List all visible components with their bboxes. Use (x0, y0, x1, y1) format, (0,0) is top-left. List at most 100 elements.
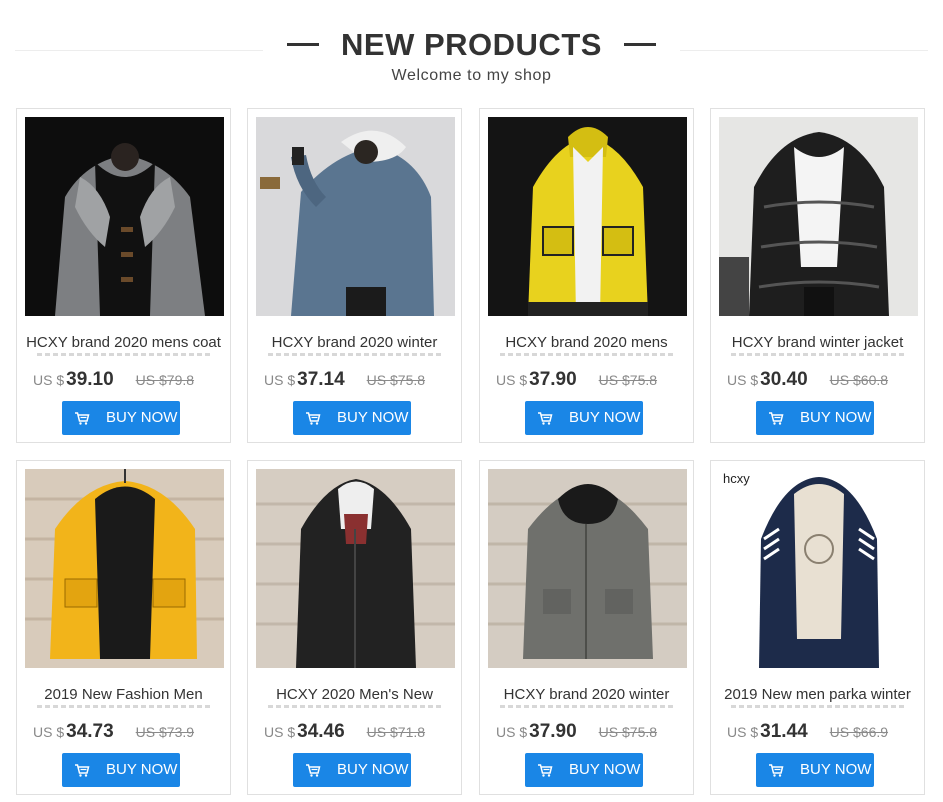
price-row: US $34.73 US $73.9 (33, 721, 194, 745)
product-card[interactable]: HCXY brand 2020 winter US $37.14 US $75.8… (247, 108, 462, 443)
currency-label: US $ (264, 372, 296, 388)
currency-label: US $ (496, 724, 528, 740)
product-title-overflow (37, 705, 210, 708)
product-card[interactable]: HCXY brand 2020 mens US $37.90 US $75.8 B… (479, 108, 694, 443)
product-title[interactable]: HCXY brand 2020 winter (488, 685, 685, 705)
product-title-overflow (268, 353, 441, 356)
sale-price: 34.73 (66, 721, 114, 742)
product-grid: HCXY brand 2020 mens coat US $39.10 US $7… (16, 108, 928, 800)
cart-icon (769, 764, 784, 777)
buy-now-label: BUY NOW (800, 761, 872, 778)
buy-now-label: BUY NOW (337, 761, 409, 778)
section-header: NEW PRODUCTS Welcome to my shop (0, 0, 943, 100)
product-image[interactable] (256, 469, 455, 668)
currency-label: US $ (496, 372, 528, 388)
product-image[interactable] (488, 117, 687, 316)
price-row: US $34.46 US $71.8 (264, 721, 425, 745)
product-title[interactable]: HCXY brand 2020 mens (488, 333, 685, 353)
product-title[interactable]: 2019 New Fashion Men (25, 685, 222, 705)
product-card[interactable]: hcxy 2019 New men parka winter US $31.44… (710, 460, 925, 795)
product-card[interactable]: HCXY brand winter jacket US $30.40 US $60… (710, 108, 925, 443)
buy-now-label: BUY NOW (569, 409, 641, 426)
price-row: US $37.90 US $75.8 (496, 369, 657, 393)
buy-now-button[interactable]: BUY NOW (62, 401, 180, 435)
original-price: US $75.8 (598, 372, 658, 388)
product-photo-yellow-hooded-jacket (25, 469, 224, 668)
sale-price: 31.44 (760, 721, 808, 742)
original-price: US $75.8 (366, 372, 426, 388)
currency-label: US $ (264, 724, 296, 740)
product-card[interactable]: HCXY 2020 Men's New US $34.46 US $71.8 BU… (247, 460, 462, 795)
original-price: US $71.8 (366, 724, 426, 740)
currency-label: US $ (727, 372, 759, 388)
sale-price: 37.14 (297, 369, 345, 390)
product-title-overflow (731, 705, 904, 708)
buy-now-label: BUY NOW (106, 409, 178, 426)
product-photo-grey-fur-hood-parka (488, 469, 687, 668)
product-title[interactable]: HCXY brand 2020 mens coat (25, 333, 222, 353)
product-title[interactable]: HCXY brand winter jacket (719, 333, 916, 353)
buy-now-button[interactable]: BUY NOW (525, 401, 643, 435)
price-row: US $37.90 US $75.8 (496, 721, 657, 745)
currency-label: US $ (33, 724, 65, 740)
buy-now-label: BUY NOW (800, 409, 872, 426)
buy-now-label: BUY NOW (569, 761, 641, 778)
cart-icon (75, 412, 90, 425)
original-price: US $79.8 (135, 372, 195, 388)
original-price: US $60.8 (829, 372, 889, 388)
buy-now-label: BUY NOW (337, 409, 409, 426)
product-image[interactable] (25, 469, 224, 668)
buy-now-button[interactable]: BUY NOW (525, 753, 643, 787)
buy-now-button[interactable]: BUY NOW (756, 401, 874, 435)
sale-price: 37.90 (529, 721, 577, 742)
product-image[interactable] (488, 469, 687, 668)
product-image[interactable] (719, 117, 918, 316)
product-card[interactable]: HCXY brand 2020 winter US $37.90 US $75.8… (479, 460, 694, 795)
sale-price: 39.10 (66, 369, 114, 390)
price-row: US $30.40 US $60.8 (727, 369, 888, 393)
buy-now-label: BUY NOW (106, 761, 178, 778)
section-title: NEW PRODUCTS (341, 27, 602, 62)
product-title[interactable]: HCXY 2020 Men's New (256, 685, 453, 705)
sale-price: 37.90 (529, 369, 577, 390)
product-title-overflow (500, 353, 673, 356)
product-card[interactable]: 2019 New Fashion Men US $34.73 US $73.9 B… (16, 460, 231, 795)
product-title-overflow (731, 353, 904, 356)
cart-icon (538, 412, 553, 425)
product-photo-navy-padded-jacket: hcxy (719, 469, 918, 668)
price-row: US $39.10 US $79.8 (33, 369, 194, 393)
product-image[interactable] (256, 117, 455, 316)
price-row: US $37.14 US $75.8 (264, 369, 425, 393)
cart-icon (769, 412, 784, 425)
product-card[interactable]: HCXY brand 2020 mens coat US $39.10 US $7… (16, 108, 231, 443)
buy-now-button[interactable]: BUY NOW (756, 753, 874, 787)
section-subtitle: Welcome to my shop (391, 67, 552, 84)
buy-now-button[interactable]: BUY NOW (62, 753, 180, 787)
buy-now-button[interactable]: BUY NOW (293, 401, 411, 435)
currency-label: US $ (33, 372, 65, 388)
cart-icon (75, 764, 90, 777)
currency-label: US $ (727, 724, 759, 740)
product-photo-blue-hooded-parka (256, 117, 455, 316)
product-image[interactable]: hcxy (719, 469, 918, 668)
sale-price: 30.40 (760, 369, 808, 390)
product-photo-black-puffer-jacket (719, 117, 918, 316)
cart-icon (538, 764, 553, 777)
original-price: US $66.9 (829, 724, 889, 740)
product-photo-black-long-parka (256, 469, 455, 668)
brand-logo-text: hcxy (723, 471, 750, 486)
product-title-overflow (500, 705, 673, 708)
product-title-overflow (268, 705, 441, 708)
buy-now-button[interactable]: BUY NOW (293, 753, 411, 787)
product-image[interactable] (25, 117, 224, 316)
product-title[interactable]: 2019 New men parka winter (719, 685, 916, 705)
cart-icon (306, 412, 321, 425)
section-title-wrap: NEW PRODUCTS (263, 26, 680, 64)
title-dash-left (287, 43, 320, 47)
cart-icon (306, 764, 321, 777)
product-title[interactable]: HCXY brand 2020 winter (256, 333, 453, 353)
price-row: US $31.44 US $66.9 (727, 721, 888, 745)
original-price: US $75.8 (598, 724, 658, 740)
product-photo-grey-fleece-jacket (25, 117, 224, 316)
title-dash-right (623, 43, 656, 47)
